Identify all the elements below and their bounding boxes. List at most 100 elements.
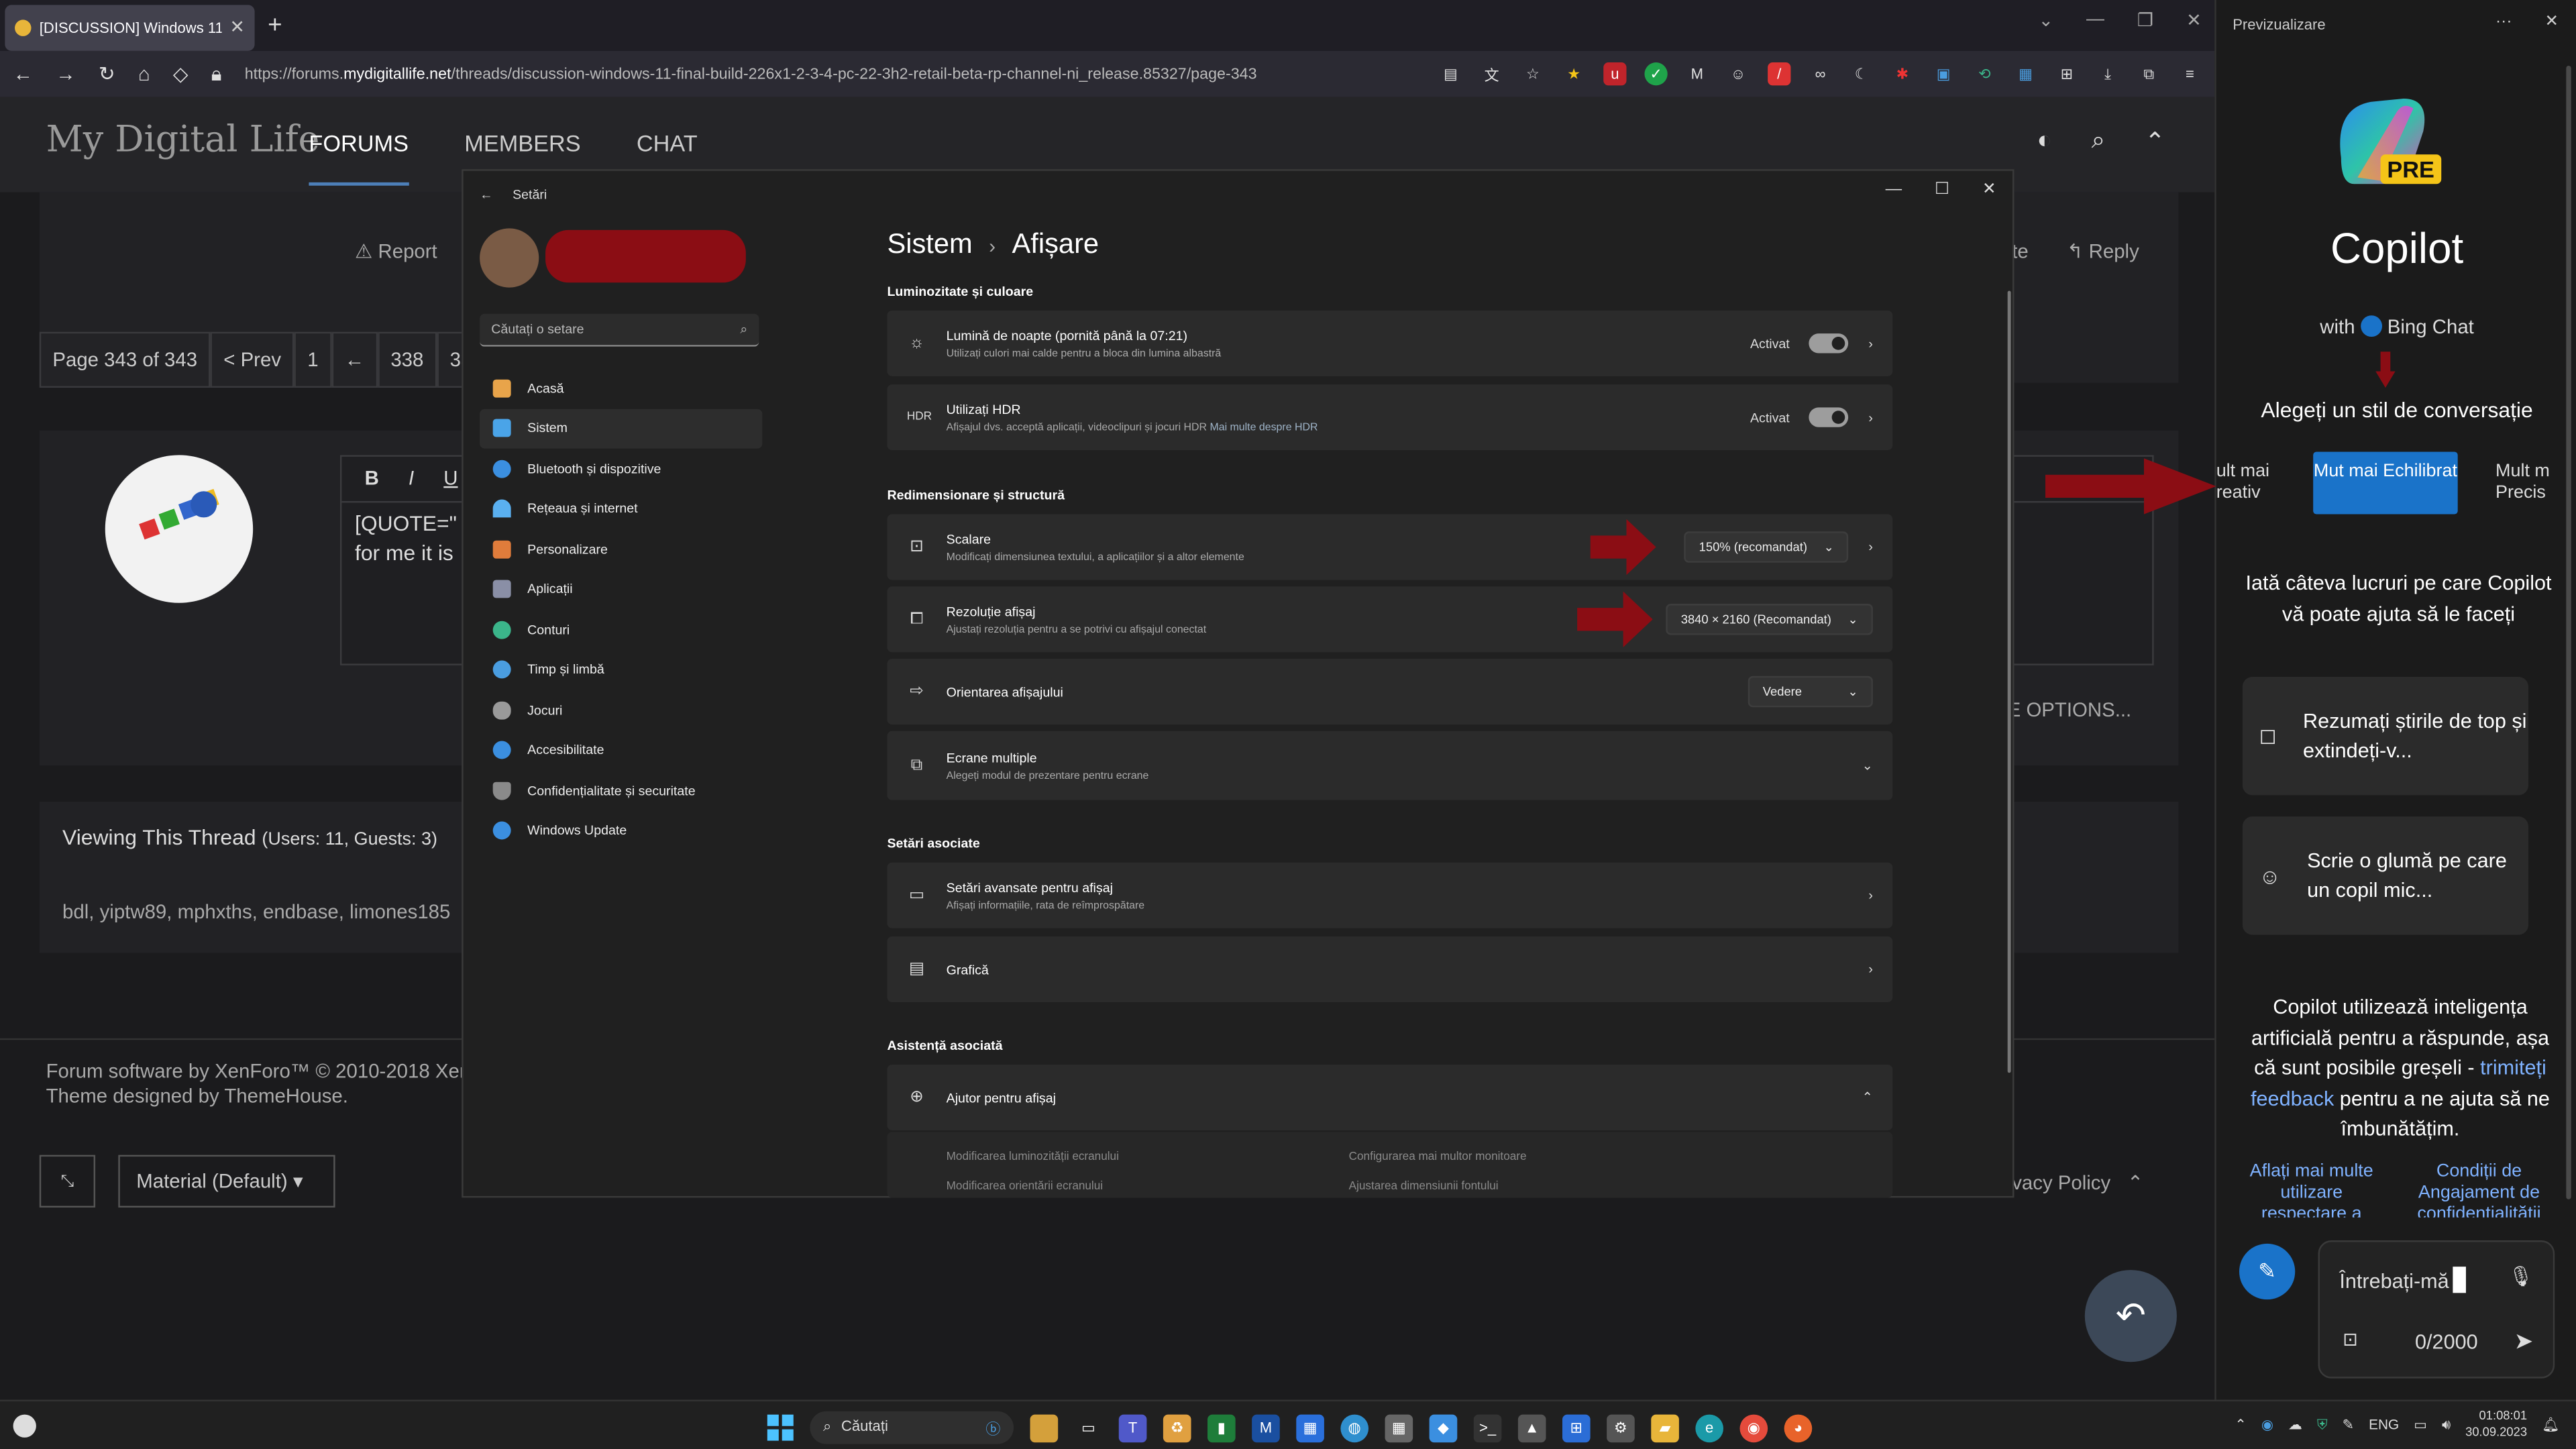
taskbar-search[interactable]: ⌕ Căutați ⓑ xyxy=(810,1411,1014,1444)
edge-icon[interactable]: e xyxy=(1695,1413,1724,1442)
display-help-row[interactable]: ⊕ Ajutor pentru afișaj ⌃ xyxy=(887,1064,1893,1130)
extensions-icon[interactable]: ⧉ xyxy=(2137,62,2160,85)
nav-item-network[interactable]: Rețeaua și internet xyxy=(480,489,762,529)
widgets-icon[interactable] xyxy=(13,1414,36,1438)
graphics-row[interactable]: ▤ Grafică › xyxy=(887,936,1893,1002)
moon-extension-icon[interactable]: ☾ xyxy=(1850,62,1873,85)
more-options-button[interactable]: E OPTIONS... xyxy=(2008,698,2132,721)
clock[interactable]: 01:08:01 30.09.2023 xyxy=(2465,1408,2527,1441)
image-input-icon[interactable]: ⊡ xyxy=(2343,1329,2358,1350)
suggestion-card-news[interactable]: ◻ Rezumați știrile de top și extindeți-v… xyxy=(2242,676,2529,796)
check-extension-icon[interactable]: ✓ xyxy=(1644,62,1668,86)
scale-row[interactable]: ⊡ Scalare Modificați dimensiunea textulu… xyxy=(887,514,1893,580)
reply-fab-button[interactable]: ↶ xyxy=(2084,1270,2177,1362)
page-link[interactable]: 1 xyxy=(294,331,332,388)
picture-extension-icon[interactable]: ▦ xyxy=(2014,62,2037,85)
red-extension-icon[interactable]: / xyxy=(1768,62,1791,86)
tray-app-icon[interactable]: ◉ xyxy=(2261,1415,2273,1434)
network-icon[interactable]: ▭ xyxy=(2414,1415,2427,1434)
nav-item-privacy[interactable]: Confidențialitate și securitate xyxy=(480,771,762,811)
store-icon[interactable]: ⊞ xyxy=(1562,1413,1591,1442)
image-viewer-icon[interactable]: ▲ xyxy=(1517,1413,1546,1442)
address-bar[interactable]: https://forums.mydigitallife.net/threads… xyxy=(245,65,1416,83)
chevron-up-icon[interactable]: ⌃ xyxy=(2145,127,2165,156)
orientation-dropdown[interactable]: Vedere ⌄ xyxy=(1748,676,1873,708)
night-light-row[interactable]: ☼ Lumină de noapte (pornită până la 07:2… xyxy=(887,310,1893,376)
new-tab-button[interactable]: + xyxy=(268,11,282,40)
start-icon[interactable] xyxy=(765,1413,794,1442)
calculator-icon[interactable]: ▦ xyxy=(1385,1413,1413,1442)
downloads-icon[interactable]: ⤓ xyxy=(2096,62,2119,85)
close-icon[interactable]: ✕ xyxy=(2545,13,2559,32)
nav-item-home[interactable]: Acasă xyxy=(480,368,762,409)
bookmark-star-icon[interactable]: ☆ xyxy=(1521,62,1544,85)
nav-item-system[interactable]: Sistem xyxy=(480,408,763,449)
suggestion-card-joke[interactable]: ☺ Scrie o glumă pe care un copil mic... xyxy=(2242,816,2529,935)
lock-icon[interactable]: 🔒︎ xyxy=(211,62,222,87)
expand-icon[interactable]: ⤡ xyxy=(39,1155,96,1208)
face-extension-icon[interactable]: ☺ xyxy=(1727,62,1750,85)
style-creative[interactable]: ult mai reativ xyxy=(2216,451,2282,514)
nav-item-accessibility[interactable]: Accesibilitate xyxy=(480,731,762,771)
help-link[interactable]: Modificarea luminozității ecranului xyxy=(947,1152,1119,1163)
nav-item-personalization[interactable]: Personalizare xyxy=(480,529,762,570)
m-extension-icon[interactable]: M xyxy=(1686,62,1709,85)
translate-extension-icon[interactable]: ▣ xyxy=(1932,62,1955,85)
resolution-row[interactable]: ⧠ Rezoluție afișaj Ajustați rezoluția pe… xyxy=(887,586,1893,653)
nav-item-time-language[interactable]: Timp și limbă xyxy=(480,650,762,690)
home-icon[interactable]: ⌂ xyxy=(138,62,150,85)
teams-icon[interactable]: T xyxy=(1118,1413,1147,1442)
search-icon[interactable]: ⌕ xyxy=(2092,127,2106,156)
recycle-icon[interactable]: ♻ xyxy=(1163,1413,1191,1442)
forward-icon[interactable]: → xyxy=(56,62,75,85)
terminal-icon[interactable]: >_ xyxy=(1473,1413,1502,1442)
box-app-icon[interactable]: ◆ xyxy=(1429,1413,1458,1442)
chevron-right-icon[interactable]: › xyxy=(1868,410,1873,425)
hdr-more-link[interactable]: Mai multe despre HDR xyxy=(1210,422,1318,433)
tray-overflow-icon[interactable]: ⌃ xyxy=(2235,1415,2246,1434)
close-button[interactable]: ✕ xyxy=(1982,180,1996,199)
settings-taskbar-icon[interactable]: ⚙ xyxy=(1607,1413,1635,1442)
close-window-button[interactable]: ✕ xyxy=(2186,10,2202,31)
nav-item-bluetooth[interactable]: Bluetooth și dispozitive xyxy=(480,449,762,489)
chevron-right-icon[interactable]: › xyxy=(1868,539,1873,554)
sync-extension-icon[interactable]: ⟲ xyxy=(1973,62,1996,85)
prev-page-button[interactable]: < Prev xyxy=(210,331,294,388)
breadcrumb-parent[interactable]: Sistem xyxy=(887,228,972,264)
hdr-row[interactable]: HDR Utilizați HDR Afișajul dvs. acceptă … xyxy=(887,384,1893,451)
help-link[interactable]: Modificarea orientării ecranului xyxy=(947,1181,1103,1193)
close-tab-icon[interactable]: ✕ xyxy=(229,16,245,38)
nav-item-gaming[interactable]: Jocuri xyxy=(480,690,762,731)
style-selector[interactable]: Material (Default) ▾ xyxy=(118,1155,335,1208)
bookmarks-icon[interactable]: ★ xyxy=(1562,62,1585,85)
translate-icon[interactable]: 文 xyxy=(1481,62,1503,85)
new-topic-button[interactable]: ✎ xyxy=(2239,1243,2296,1300)
reply-button[interactable]: ↰ Reply xyxy=(2067,240,2139,263)
site-logo[interactable]: My Digital Life xyxy=(46,120,320,161)
gear-extension-icon[interactable]: ✱ xyxy=(1891,62,1914,85)
search-icon[interactable]: ⌕ xyxy=(740,322,747,337)
minimize-button[interactable]: — xyxy=(2086,10,2104,32)
tab-list-icon[interactable]: ⌄ xyxy=(2038,10,2053,31)
help-link[interactable]: Configurarea mai multor monitoare xyxy=(1349,1152,1527,1163)
sandbox-icon[interactable]: ▦ xyxy=(1296,1413,1324,1442)
chevron-up-icon[interactable]: ⌃ xyxy=(1862,1090,1872,1105)
help-link[interactable]: Ajustarea dimensiunii fontului xyxy=(1349,1181,1499,1193)
copilot-chat-input[interactable]: Întrebați-mă 🎙︎ ⊡ 0/2000 ➤ xyxy=(2318,1240,2555,1379)
menu-icon[interactable]: ≡ xyxy=(2178,62,2201,85)
underline-button[interactable]: U xyxy=(443,467,458,492)
nav-item-apps[interactable]: Aplicații xyxy=(480,570,762,610)
back-icon[interactable]: ← xyxy=(13,62,33,85)
tray-shield-icon[interactable]: ⛨ xyxy=(2317,1415,2328,1434)
reader-view-icon[interactable]: ▤ xyxy=(1439,62,1462,85)
chevron-down-icon[interactable]: ⌄ xyxy=(1862,758,1872,773)
learn-more-link[interactable]: Aflați mai multe utilizare respectare a xyxy=(2239,1161,2384,1217)
file-explorer-icon[interactable]: ▰ xyxy=(1651,1413,1679,1442)
copilot-scrollbar[interactable] xyxy=(2566,65,2571,1199)
scale-dropdown[interactable]: 150% (recomandat) ⌄ xyxy=(1684,531,1849,563)
screenshot-icon[interactable]: ⊞ xyxy=(2055,62,2078,85)
terms-link[interactable]: Condiții de Angajament de confidențialit… xyxy=(2397,1161,2561,1217)
back-arrow-icon[interactable]: ← xyxy=(480,186,493,201)
calendar-app-icon[interactable]: M xyxy=(1252,1413,1280,1442)
reload-icon[interactable]: ↻ xyxy=(99,62,115,85)
